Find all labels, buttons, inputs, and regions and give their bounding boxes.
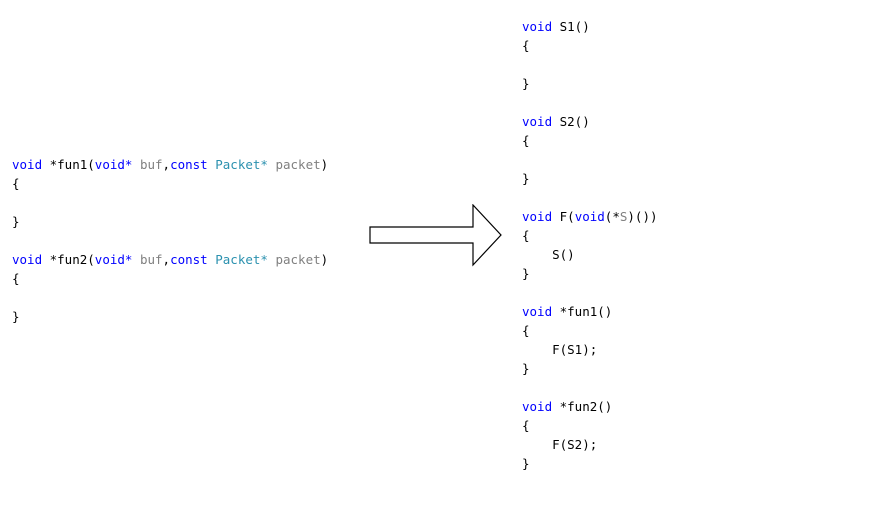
code-line: { <box>522 36 658 55</box>
code-token: { <box>522 418 530 433</box>
code-token: { <box>12 271 20 286</box>
code-token: void <box>522 209 553 224</box>
code-token: } <box>12 309 20 324</box>
code-token: buf <box>132 157 163 172</box>
code-line: } <box>12 307 328 326</box>
code-token: { <box>12 176 20 191</box>
code-token: packet <box>267 252 321 267</box>
code-token: } <box>522 266 530 281</box>
code-token: } <box>12 214 20 229</box>
code-token: const <box>170 157 208 172</box>
code-token: } <box>522 76 530 91</box>
code-token: S1() <box>552 19 590 34</box>
code-token: *fun2( <box>42 252 95 267</box>
code-line: } <box>522 169 658 188</box>
code-line: void F(void(*S)()) <box>522 207 658 226</box>
refactored-code-block: void S1() {} void S2() {} void F(void(*S)())… <box>522 17 658 473</box>
code-token: F(S2); <box>522 437 598 452</box>
code-token: *fun1( <box>42 157 95 172</box>
code-line: F(S2); <box>522 435 658 454</box>
right-arrow-icon <box>369 204 502 267</box>
code-line: void S2() <box>522 112 658 131</box>
code-token: buf <box>132 252 163 267</box>
code-line: } <box>522 454 658 473</box>
code-token: void <box>12 252 43 267</box>
code-line: { <box>12 174 328 193</box>
code-token: ) <box>320 157 329 172</box>
code-line: } <box>522 74 658 93</box>
code-line: { <box>522 226 658 245</box>
original-code-block: void *fun1(void* buf,const Packet* packe… <box>12 155 328 326</box>
code-token: } <box>522 171 530 186</box>
code-line: } <box>522 359 658 378</box>
code-line: void *fun2() <box>522 397 658 416</box>
code-token: void* <box>94 252 133 267</box>
code-line: { <box>522 321 658 340</box>
code-line: } <box>522 264 658 283</box>
code-token: const <box>170 252 208 267</box>
code-token: void <box>522 114 553 129</box>
code-token: void <box>522 304 553 319</box>
code-token: { <box>522 38 530 53</box>
code-token: } <box>522 361 530 376</box>
code-token: packet <box>267 157 321 172</box>
code-token: F( <box>552 209 575 224</box>
code-token: S() <box>522 247 575 262</box>
code-line: { <box>522 131 658 150</box>
code-line: void S1() <box>522 17 658 36</box>
code-line: F(S1); <box>522 340 658 359</box>
code-token: *fun1() <box>552 304 613 319</box>
code-token: { <box>522 323 530 338</box>
code-token: Packet* <box>215 252 268 267</box>
code-token: (* <box>604 209 620 224</box>
code-token: void <box>12 157 43 172</box>
code-token: void <box>522 399 553 414</box>
code-token: , <box>162 252 171 267</box>
code-token: )()) <box>627 209 658 224</box>
code-token: Packet* <box>215 157 268 172</box>
code-token: void <box>522 19 553 34</box>
code-token: *fun2() <box>552 399 613 414</box>
arrow-shape <box>369 204 502 267</box>
code-token: F(S1); <box>522 342 598 357</box>
code-line: void *fun2(void* buf,const Packet* packe… <box>12 250 328 269</box>
code-token: void* <box>94 157 133 172</box>
code-line: { <box>12 269 328 288</box>
code-token: { <box>522 228 530 243</box>
code-token: ) <box>320 252 329 267</box>
code-line: S() <box>522 245 658 264</box>
code-token: } <box>522 456 530 471</box>
code-line: { <box>522 416 658 435</box>
code-line: } <box>12 212 328 231</box>
code-token: void <box>574 209 605 224</box>
code-token: S2() <box>552 114 590 129</box>
code-line: void *fun1() <box>522 302 658 321</box>
code-token: { <box>522 133 530 148</box>
code-token: , <box>162 157 171 172</box>
code-line: void *fun1(void* buf,const Packet* packe… <box>12 155 328 174</box>
